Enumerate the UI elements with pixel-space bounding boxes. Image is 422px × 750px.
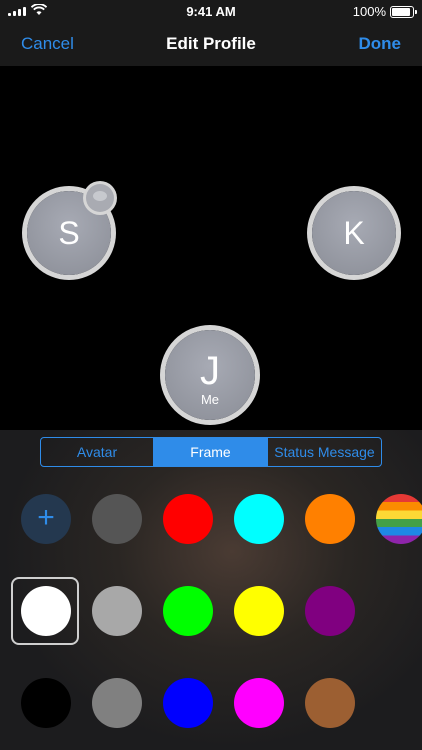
navigation-bar: Cancel Edit Profile Done <box>0 22 422 66</box>
frame-color-swatch[interactable] <box>305 494 355 544</box>
plus-icon: + <box>37 500 55 534</box>
segmented-control: Avatar Frame Status Message <box>40 437 382 467</box>
frame-color-swatch[interactable] <box>163 678 213 728</box>
frame-color-swatch[interactable] <box>163 586 213 636</box>
frame-color-swatch[interactable] <box>92 586 142 636</box>
profile-preview: S K J Me <box>0 66 422 430</box>
me-label: Me <box>200 392 220 407</box>
frame-color-swatch[interactable] <box>305 586 355 636</box>
done-button[interactable]: Done <box>359 34 402 54</box>
frame-color-swatch[interactable] <box>234 494 284 544</box>
frame-color-swatch[interactable] <box>21 678 71 728</box>
avatar-initial: J <box>200 349 220 393</box>
my-avatar[interactable]: J Me <box>165 330 255 420</box>
segment-frame[interactable]: Frame <box>153 438 267 466</box>
customization-panel: Avatar Frame Status Message + <box>0 430 422 750</box>
frame-color-swatch[interactable] <box>234 678 284 728</box>
frame-color-swatch[interactable] <box>92 678 142 728</box>
segment-avatar[interactable]: Avatar <box>41 438 153 466</box>
battery-percentage: 100% <box>352 4 386 19</box>
frame-color-swatch[interactable] <box>92 494 142 544</box>
frame-color-rainbow[interactable] <box>376 494 422 544</box>
avatar-initial: K <box>343 214 365 251</box>
status-bar: 9:41 AM 100% <box>0 0 422 22</box>
avatar-initial: S <box>58 214 80 251</box>
frame-color-swatch[interactable] <box>305 678 355 728</box>
battery-icon <box>390 6 417 18</box>
add-frame-button[interactable]: + <box>21 494 71 544</box>
frame-color-swatch[interactable] <box>234 586 284 636</box>
frame-color-swatch[interactable] <box>21 586 71 636</box>
status-bubble-icon <box>86 184 114 212</box>
friend-avatar-k: K <box>312 191 396 275</box>
segment-status-message[interactable]: Status Message <box>267 438 381 466</box>
frame-color-swatch[interactable] <box>163 494 213 544</box>
